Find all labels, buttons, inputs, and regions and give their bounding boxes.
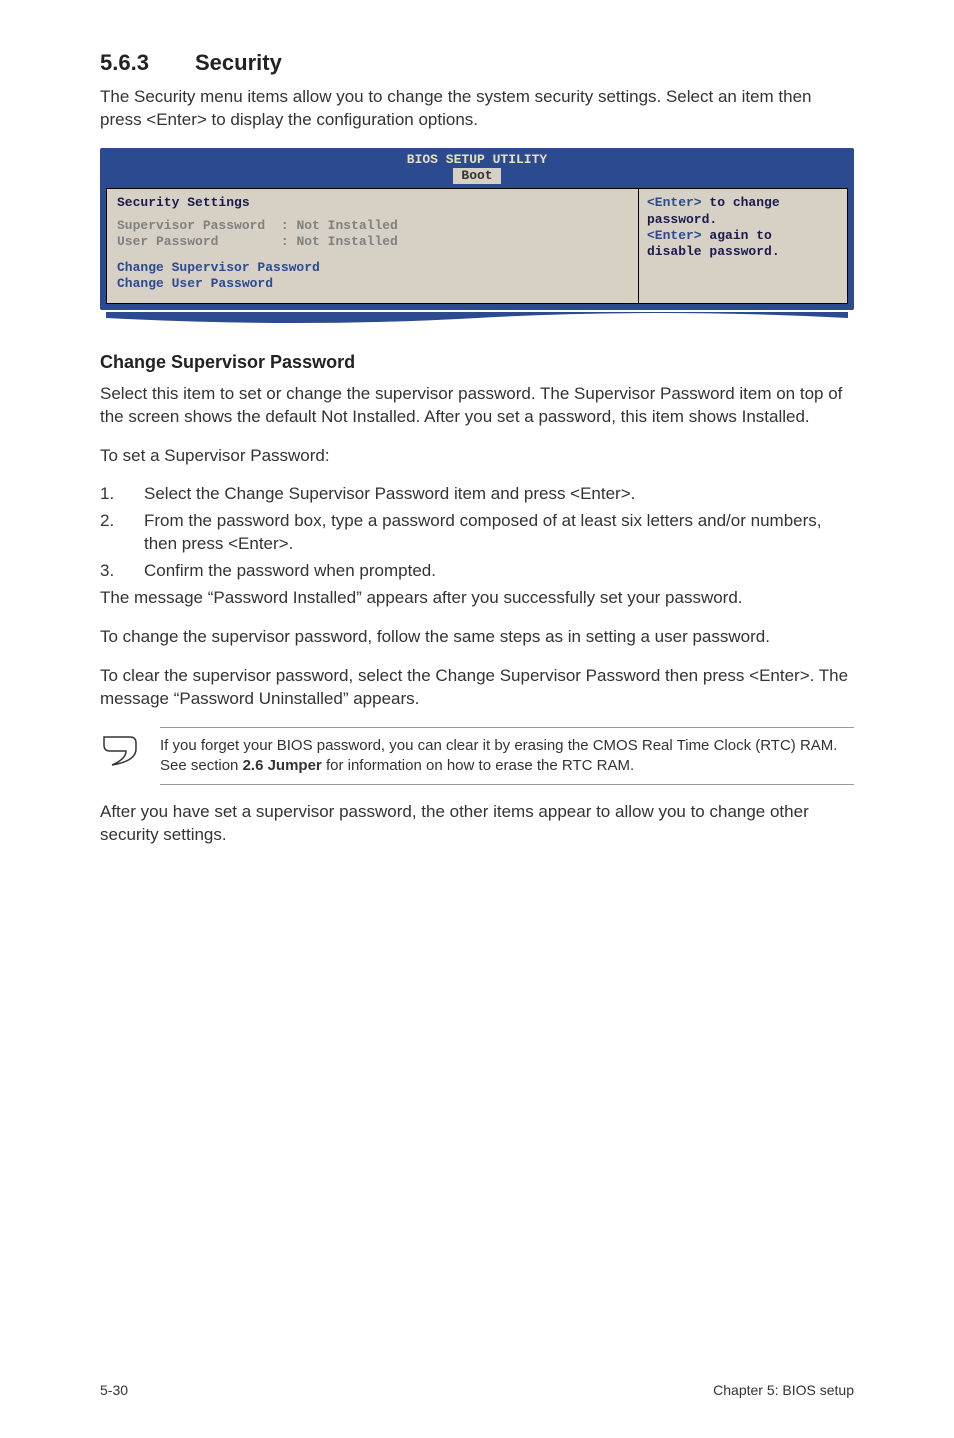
note-body: If you forget your BIOS password, you ca… [160, 727, 854, 786]
step-text: From the password box, type a password c… [144, 510, 854, 556]
step-item: 2. From the password box, type a passwor… [100, 510, 854, 556]
chapter-label: Chapter 5: BIOS setup [713, 1382, 854, 1398]
note-text-bold: 2.6 Jumper [243, 757, 322, 774]
intro-paragraph: The Security menu items allow you to cha… [100, 86, 854, 132]
section-heading: 5.6.3Security [100, 50, 854, 76]
bios-item-label: Supervisor Password [117, 218, 265, 233]
bios-item-user: User Password : Not Installed [117, 234, 628, 250]
step-item: 3. Confirm the password when prompted. [100, 560, 854, 583]
paragraph: Select this item to set or change the su… [100, 383, 854, 429]
bios-tab-boot: Boot [453, 168, 500, 184]
bios-bottom-decoration [100, 312, 854, 328]
section-number: 5.6.3 [100, 50, 195, 76]
bios-item-supervisor: Supervisor Password : Not Installed [117, 218, 628, 234]
bios-screenshot: BIOS SETUP UTILITY Boot Security Setting… [100, 148, 854, 310]
paragraph: To clear the supervisor password, select… [100, 665, 854, 711]
bios-left-panel: Security Settings Supervisor Password : … [106, 188, 638, 303]
note-text-post: for information on how to erase the RTC … [322, 757, 634, 774]
bios-title: BIOS SETUP UTILITY [100, 148, 854, 168]
bios-item-label: User Password [117, 234, 218, 249]
paragraph: The message “Password Installed” appears… [100, 587, 854, 610]
step-number: 3. [100, 560, 144, 583]
steps-list: 1. Select the Change Supervisor Password… [100, 483, 854, 583]
step-text: Confirm the password when prompted. [144, 560, 854, 583]
bios-tab-bar: Boot [100, 168, 854, 188]
step-number: 2. [100, 510, 144, 556]
step-item: 1. Select the Change Supervisor Password… [100, 483, 854, 506]
page-number: 5-30 [100, 1382, 128, 1398]
bios-help-key: <Enter> [647, 195, 702, 210]
bios-item-value: : Not Installed [281, 218, 398, 233]
step-number: 1. [100, 483, 144, 506]
bios-action-change-user: Change User Password [117, 276, 628, 292]
bios-item-value: : Not Installed [281, 234, 398, 249]
bios-help-text: password. [647, 212, 839, 228]
paragraph: After you have set a supervisor password… [100, 801, 854, 847]
bios-help-text: disable password. [647, 244, 839, 260]
section-title: Security [195, 50, 282, 75]
note-icon [100, 727, 160, 776]
note-block: If you forget your BIOS password, you ca… [100, 727, 854, 786]
page-footer: 5-30 Chapter 5: BIOS setup [100, 1382, 854, 1398]
bios-section-title: Security Settings [117, 195, 628, 211]
bios-action-change-supervisor: Change Supervisor Password [117, 260, 628, 276]
paragraph: To change the supervisor password, follo… [100, 626, 854, 649]
bios-help-text: again to [702, 228, 772, 243]
bios-help-key: <Enter> [647, 228, 702, 243]
bios-help-panel: <Enter> to change password. <Enter> agai… [638, 188, 848, 303]
bios-help-text: to change [702, 195, 780, 210]
step-text: Select the Change Supervisor Password it… [144, 483, 854, 506]
paragraph: To set a Supervisor Password: [100, 445, 854, 468]
subheading: Change Supervisor Password [100, 352, 854, 373]
